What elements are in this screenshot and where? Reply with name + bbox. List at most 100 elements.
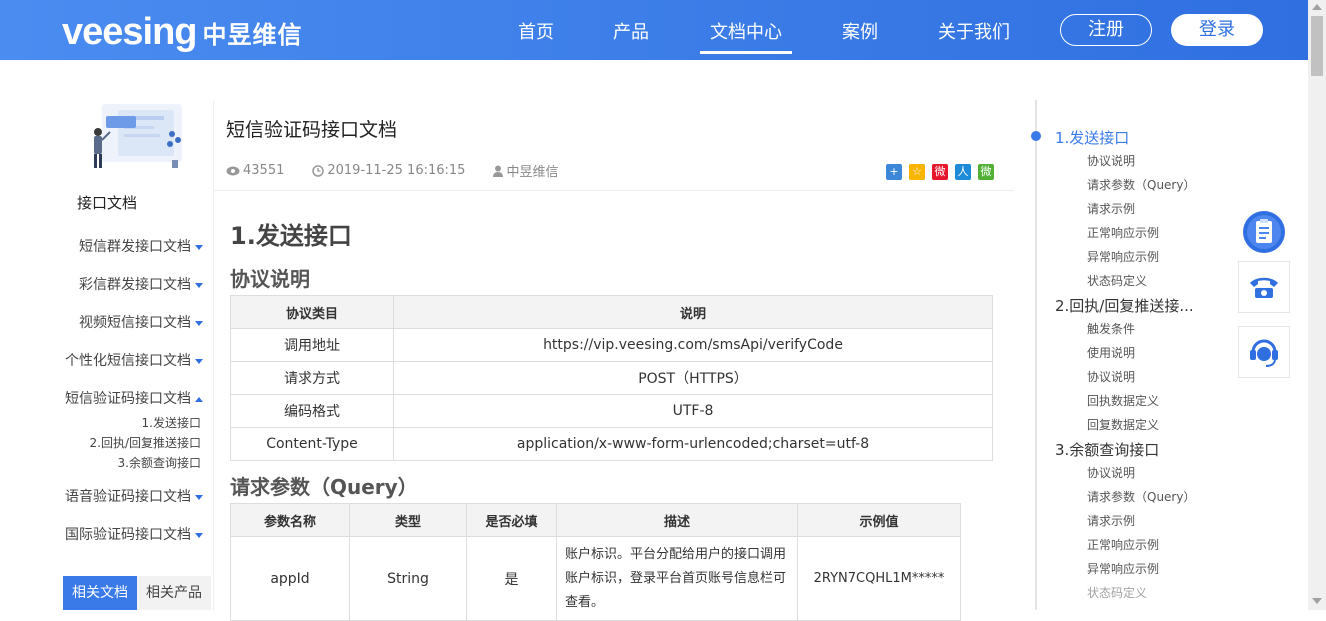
float-phone-button[interactable] — [1238, 261, 1290, 313]
sidebar-item-sms-verify[interactable]: 短信验证码接口文档 — [65, 388, 203, 408]
toc-item[interactable]: 请求示例 — [1087, 200, 1135, 217]
table-header-cell: 说明 — [393, 295, 993, 329]
table-header-cell: 是否必填 — [466, 503, 557, 537]
toc-item[interactable]: 请求参数（Query） — [1087, 176, 1195, 193]
toc-item[interactable]: 触发条件 — [1087, 320, 1135, 337]
sidebar-subitem-balance[interactable]: 3.余额查询接口 — [118, 454, 201, 471]
toc-heading-send[interactable]: 1.发送接口 — [1055, 127, 1129, 148]
toc-item[interactable]: 状态码定义 — [1087, 584, 1147, 601]
table-cell: 账户标识。平台分配给用户的接口调用账户标识，登录平台首页账号信息栏可查看。 — [556, 536, 798, 621]
table-header-row: 参数名称 类型 是否必填 描述 示例值 — [230, 503, 961, 537]
sidebar-item-voice-verify[interactable]: 语音验证码接口文档 — [65, 486, 203, 506]
toc-item[interactable]: 异常响应示例 — [1087, 560, 1159, 577]
subheading-protocol: 协议说明 — [230, 267, 310, 291]
sidebar-item-sms-batch[interactable]: 短信群发接口文档 — [79, 236, 203, 256]
tqq-icon[interactable]: ☆ — [909, 164, 925, 180]
nav-cases[interactable]: 案例 — [842, 18, 878, 44]
tab-related-products[interactable]: 相关产品 — [137, 576, 211, 610]
login-button[interactable]: 登录 — [1171, 14, 1263, 46]
toc-heading-balance[interactable]: 3.余额查询接口 — [1055, 439, 1159, 460]
sidebar-item-label: 个性化短信接口文档 — [65, 353, 191, 369]
page-scrollbar[interactable] — [1308, 0, 1326, 610]
toc-item[interactable]: 回执数据定义 — [1087, 392, 1159, 409]
article-main: 短信验证码接口文档 43551 2019-11-25 16:16:15 中昱维信… — [214, 100, 1014, 621]
toc-item[interactable]: 状态码定义 — [1087, 272, 1147, 289]
date-meta: 2019-11-25 16:16:15 — [312, 163, 479, 178]
toc-item[interactable]: 使用说明 — [1087, 344, 1135, 361]
table-cell: 2RYN7CQHL1M***** — [797, 536, 961, 621]
sidebar-subitem-send[interactable]: 1.发送接口 — [142, 414, 201, 431]
toc-item[interactable]: 回复数据定义 — [1087, 416, 1159, 433]
table-row: 编码格式 UTF-8 — [230, 394, 993, 428]
weibo-icon[interactable]: 微 — [932, 164, 948, 180]
toc-item[interactable]: 协议说明 — [1087, 152, 1135, 169]
nav-about[interactable]: 关于我们 — [938, 18, 1010, 44]
caret-down-icon — [195, 494, 203, 500]
subheading-request-params: 请求参数（Query） — [230, 475, 418, 499]
toc-item[interactable]: 正常响应示例 — [1087, 224, 1159, 241]
table-row: appId String 是 账户标识。平台分配给用户的接口调用账户标识，登录平… — [230, 536, 961, 621]
sidebar-item-label: 短信验证码接口文档 — [65, 391, 191, 407]
sidebar-subitem-receipt[interactable]: 2.回执/回复推送接口 — [90, 434, 202, 451]
sidebar-item-label: 语音验证码接口文档 — [65, 489, 191, 505]
wechat-icon[interactable]: 微 — [978, 164, 994, 180]
table-header-cell: 类型 — [349, 503, 467, 537]
toc-heading-receipt[interactable]: 2.回执/回复推送接... — [1055, 295, 1194, 316]
table-cell: appId — [230, 536, 350, 621]
caret-down-icon — [195, 532, 203, 538]
sidebar-item-personalized-sms[interactable]: 个性化短信接口文档 — [65, 350, 203, 370]
docs-illustration-icon — [94, 104, 182, 168]
tab-related-docs[interactable]: 相关文档 — [63, 576, 137, 610]
section-heading-send: 1.发送接口 — [230, 222, 352, 250]
toc-rail — [1035, 100, 1037, 610]
request-params-table: 参数名称 类型 是否必填 描述 示例值 appId String 是 账户标识。… — [230, 503, 961, 621]
toc-item[interactable]: 请求示例 — [1087, 512, 1135, 529]
scroll-up-arrow-icon[interactable] — [1312, 4, 1322, 10]
logo-word: veesing — [62, 11, 198, 53]
sidebar-item-label: 视频短信接口文档 — [79, 315, 191, 331]
table-cell: 是 — [466, 536, 557, 621]
sidebar-tabs: 相关文档 相关产品 — [63, 576, 211, 610]
scroll-thumb[interactable] — [1311, 16, 1323, 76]
logo[interactable]: veesing 中昱维信 — [62, 8, 303, 56]
nav-home[interactable]: 首页 — [518, 18, 554, 44]
sidebar-item-label: 短信群发接口文档 — [79, 239, 191, 255]
table-row: 调用地址 https://vip.veesing.com/smsApi/veri… — [230, 328, 993, 362]
caret-down-icon — [195, 244, 203, 250]
table-row: 请求方式 POST（HTTPS） — [230, 361, 993, 395]
publish-date: 2019-11-25 16:16:15 — [327, 163, 466, 178]
qzone-icon[interactable]: + — [886, 164, 902, 180]
sidebar-item-mms-batch[interactable]: 彩信群发接口文档 — [79, 274, 203, 294]
sidebar-item-label: 国际验证码接口文档 — [65, 527, 191, 543]
toc-item[interactable]: 异常响应示例 — [1087, 248, 1159, 265]
table-cell: application/x-www-form-urlencoded;charse… — [393, 427, 993, 461]
toc-item[interactable]: 请求参数（Query） — [1087, 488, 1195, 505]
table-cell: UTF-8 — [393, 394, 993, 428]
table-of-contents: 1.发送接口 协议说明 请求参数（Query） 请求示例 正常响应示例 异常响应… — [1031, 100, 1234, 610]
share-bar: + ☆ 微 人 微 — [886, 164, 1001, 180]
table-cell: 请求方式 — [230, 361, 394, 395]
toc-item[interactable]: 协议说明 — [1087, 464, 1135, 481]
table-header-cell: 描述 — [556, 503, 798, 537]
renren-icon[interactable]: 人 — [955, 164, 971, 180]
nav-docs[interactable]: 文档中心 — [700, 18, 792, 54]
toc-item[interactable]: 正常响应示例 — [1087, 536, 1159, 553]
table-header-row: 协议类目 说明 — [230, 295, 993, 329]
float-support-button[interactable] — [1238, 326, 1290, 378]
scroll-down-arrow-icon[interactable] — [1312, 598, 1322, 604]
sidebar-item-video-sms[interactable]: 视频短信接口文档 — [79, 312, 203, 332]
table-row: Content-Type application/x-www-form-urle… — [230, 427, 993, 461]
caret-down-icon — [195, 320, 203, 326]
author-name: 中昱维信 — [506, 165, 559, 180]
float-clipboard-button[interactable] — [1238, 206, 1290, 258]
toc-item[interactable]: 协议说明 — [1087, 368, 1135, 385]
register-button[interactable]: 注册 — [1060, 14, 1152, 46]
customer-service-icon — [1250, 339, 1278, 367]
table-cell: 编码格式 — [230, 394, 394, 428]
table-cell: String — [349, 536, 467, 621]
page-title: 短信验证码接口文档 — [226, 119, 398, 141]
sidebar-item-intl-verify[interactable]: 国际验证码接口文档 — [65, 524, 203, 544]
top-header: veesing 中昱维信 首页 产品 文档中心 案例 关于我们 注册 登录 — [0, 0, 1308, 60]
nav-products[interactable]: 产品 — [613, 18, 649, 44]
table-header-cell: 示例值 — [797, 503, 961, 537]
